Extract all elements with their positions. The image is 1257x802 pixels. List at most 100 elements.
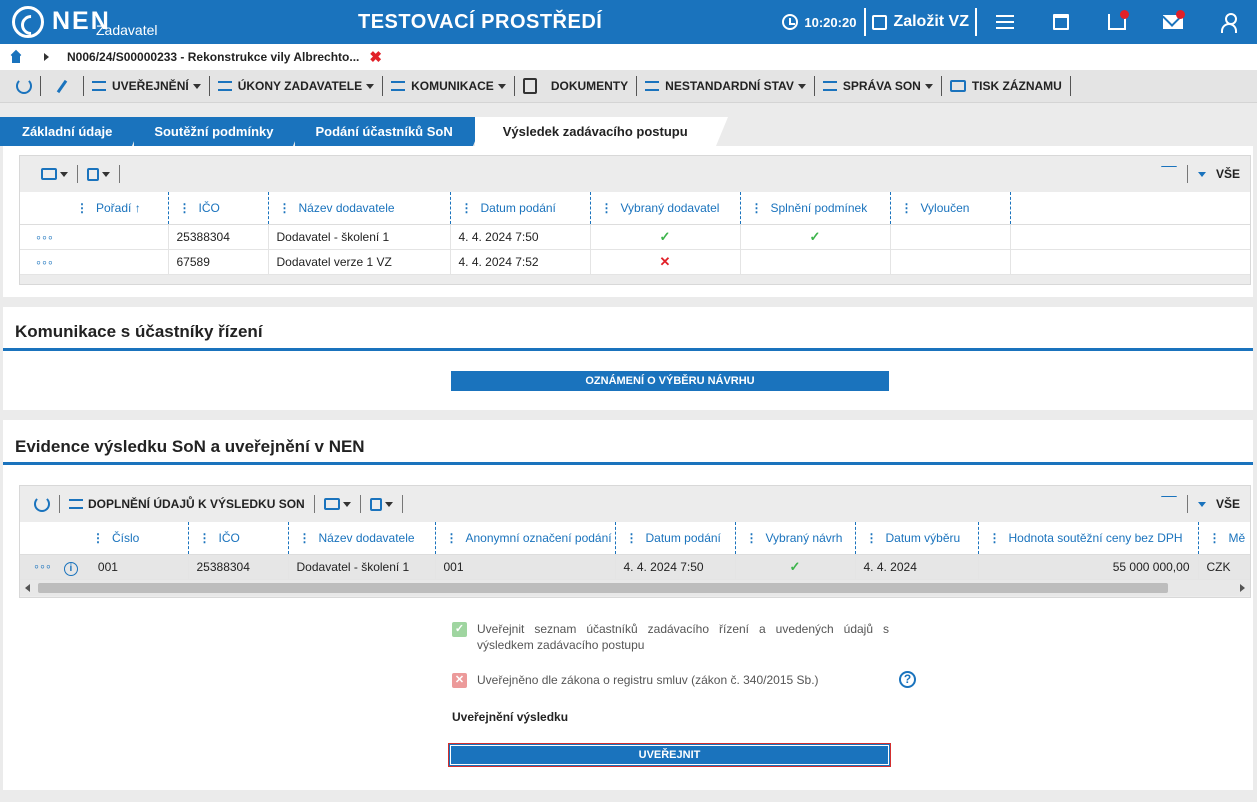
- grid-toolbar: [20, 156, 1250, 192]
- horizontal-scrollbar[interactable]: [20, 579, 1250, 596]
- evidence-grid: DOPLNĚNÍ ÚDAJŮ K VÝSLEDKU SON VŠE ⋮ Číslo…: [19, 485, 1251, 598]
- evidence-table: ⋮ Číslo ⋮ IČO ⋮ Název dodavatele ⋮ Anonymní …: [20, 522, 1250, 580]
- print-icon: [323, 498, 340, 510]
- col-datum-podani[interactable]: ⋮ Datum podání: [615, 522, 736, 555]
- export-menu-button[interactable]: [361, 495, 403, 513]
- col-vyloucen[interactable]: ⋮ Vyloučen: [890, 192, 1011, 225]
- col-splneni[interactable]: ⋮ Splnění podmínek: [740, 192, 891, 225]
- grid-toolbar: DOPLNĚNÍ ÚDAJŮ K VÝSLEDKU SON: [20, 486, 1250, 522]
- col-vybrany[interactable]: ⋮ Vybraný dodavatel: [590, 192, 741, 225]
- document-icon: [522, 78, 537, 94]
- caret-down-icon: [342, 501, 351, 507]
- cell-name: Dodavatel - školení 1: [268, 224, 451, 250]
- export-menu-button[interactable]: [78, 165, 120, 183]
- table-row[interactable]: ◦◦◦ 67589 Dodavatel verze 1 VZ 4. 4. 202…: [20, 249, 1250, 275]
- row-menu-icon[interactable]: ◦◦◦: [34, 558, 52, 574]
- environment-title: TESTOVACÍ PROSTŘEDÍ: [358, 11, 603, 33]
- col-hodnota[interactable]: ⋮ Hodnota soutěžní ceny bez DPH: [978, 522, 1199, 555]
- tab-soutezni-podminky[interactable]: Soutěžní podmínky: [134, 117, 306, 146]
- tab-podani-ucastniku[interactable]: Podání účastníků SoN: [295, 117, 486, 146]
- filter-all-label[interactable]: VŠE: [1216, 497, 1240, 511]
- user-button[interactable]: [1201, 0, 1257, 44]
- col-nazev[interactable]: ⋮ Název dodavatele: [268, 192, 451, 225]
- col-mena[interactable]: ⋮ Mě: [1198, 522, 1250, 555]
- col-ico[interactable]: ⋮ IČO: [168, 192, 269, 225]
- home-icon[interactable]: [10, 51, 22, 63]
- col-datum[interactable]: ⋮ Datum podání: [450, 192, 591, 225]
- toolbar-komunikace[interactable]: KOMUNIKACE: [383, 76, 515, 96]
- col-vybrany-navrh[interactable]: ⋮ Vybraný návrh: [735, 522, 856, 555]
- col-poradi[interactable]: ⋮ Pořadí ↑: [20, 192, 169, 225]
- caret-down-icon[interactable]: [1197, 171, 1206, 177]
- col-nazev[interactable]: ⋮ Název dodavatele: [288, 522, 436, 555]
- help-icon[interactable]: ?: [899, 671, 916, 688]
- doplneni-label: DOPLNĚNÍ ÚDAJŮ K VÝSLEDKU SON: [88, 497, 305, 511]
- toolbar-label: UVEŘEJNĚNÍ: [112, 79, 189, 93]
- cell-date: 4. 4. 2024 7:52: [450, 249, 591, 275]
- scroll-left-icon[interactable]: [25, 583, 30, 592]
- table-header-row: ⋮ Číslo ⋮ IČO ⋮ Název dodavatele ⋮ Anonymní …: [20, 522, 1250, 555]
- check-icon: ✓: [809, 228, 821, 244]
- caret-down-icon: [497, 83, 506, 89]
- info-icon[interactable]: i: [63, 561, 78, 576]
- refresh-button[interactable]: [32, 495, 60, 513]
- toolbar-uverejneni[interactable]: UVEŘEJNĚNÍ: [84, 76, 210, 96]
- calendar-button[interactable]: [1033, 0, 1089, 44]
- new-vz-label: Založit VZ: [893, 13, 969, 30]
- checkbox-registr-smluv[interactable]: ✕: [452, 673, 467, 688]
- col-datum-vyberu[interactable]: ⋮ Datum výběru: [855, 522, 979, 555]
- caret-down-icon[interactable]: [1197, 501, 1206, 507]
- doplneni-button[interactable]: DOPLNĚNÍ ÚDAJŮ K VÝSLEDKU SON: [60, 495, 315, 513]
- scroll-thumb[interactable]: [38, 582, 1168, 593]
- table-row[interactable]: ◦◦◦ i 001 25388304 Dodavatel - školení 1 0…: [20, 554, 1250, 580]
- new-vz-button[interactable]: Založit VZ: [866, 13, 975, 31]
- close-icon[interactable]: ✖: [369, 48, 382, 66]
- edit-button[interactable]: [41, 76, 84, 96]
- print-menu-button[interactable]: [32, 165, 78, 183]
- checkbox-publish-list[interactable]: ✓: [452, 622, 467, 637]
- evidence-card: Evidence výsledku SoN a uveřejnění v NEN…: [3, 420, 1253, 790]
- cell-anon: 001: [435, 554, 616, 580]
- list-icon: [92, 81, 106, 91]
- caret-down-icon: [924, 83, 933, 89]
- mail-button[interactable]: [1145, 0, 1201, 44]
- menu-button[interactable]: [977, 0, 1033, 44]
- refresh-button[interactable]: [10, 76, 41, 96]
- publish-button[interactable]: UVEŘEJNIT: [448, 743, 891, 767]
- check-icon: ✓: [789, 558, 801, 574]
- session-clock: 10:20:20: [782, 14, 864, 30]
- print-icon: [41, 168, 57, 180]
- filter-icon[interactable]: [1161, 166, 1177, 182]
- tab-vysledek[interactable]: Výsledek zadávacího postupu: [474, 117, 728, 146]
- divider: [1186, 165, 1188, 183]
- toolbar-nestandardni-stav[interactable]: NESTANDARDNÍ STAV: [637, 76, 815, 96]
- toolbar-sprava-son[interactable]: SPRÁVA SON: [815, 76, 942, 96]
- tab-zakladni-udaje[interactable]: Základní údaje: [0, 117, 145, 146]
- scroll-right-icon[interactable]: [1240, 583, 1245, 592]
- oznameni-button[interactable]: OZNÁMENÍ O VÝBĚRU NÁVRHU: [451, 371, 889, 391]
- cell-name: Dodavatel - školení 1: [288, 554, 436, 580]
- col-cislo[interactable]: ⋮ Číslo: [20, 522, 189, 555]
- cell-date: 4. 4. 2024 7:50: [615, 554, 736, 580]
- inbox-button[interactable]: [1089, 0, 1145, 44]
- filter-icon[interactable]: [1161, 496, 1177, 512]
- breadcrumb-item[interactable]: N006/24/S00000233 - Rekonstrukce vily Al…: [67, 50, 359, 64]
- table-row[interactable]: ◦◦◦ 25388304 Dodavatel - školení 1 4. 4.…: [20, 224, 1250, 250]
- toolbar-dokumenty[interactable]: DOKUMENTY: [515, 76, 638, 96]
- toolbar-label: TISK ZÁZNAMU: [971, 79, 1062, 93]
- col-anonymni[interactable]: ⋮ Anonymní označení podání: [435, 522, 616, 555]
- col-ico[interactable]: ⋮ IČO: [188, 522, 289, 555]
- print-menu-button[interactable]: [315, 495, 361, 513]
- logo-subtitle: Zadavatel: [96, 22, 158, 38]
- row-menu-icon[interactable]: ◦◦◦: [36, 254, 54, 270]
- filter-all-label[interactable]: VŠE: [1216, 167, 1240, 181]
- checkbox-publish-list-label: Uveřejnit seznam účastníků zadávacího ří…: [477, 622, 889, 652]
- results-grid: VŠE ⋮ Pořadí ↑ ⋮ IČO ⋮ Název dodavatele ⋮ Da…: [19, 155, 1251, 285]
- col-empty: [1010, 192, 1250, 225]
- cell-currency: CZK: [1198, 554, 1250, 580]
- toolbar-tisk-zaznamu[interactable]: TISK ZÁZNAMU: [942, 76, 1071, 96]
- toolbar-label: SPRÁVA SON: [842, 79, 921, 93]
- toolbar-ukony[interactable]: ÚKONY ZADAVATELE: [210, 76, 384, 96]
- row-menu-icon[interactable]: ◦◦◦: [36, 229, 54, 245]
- check-icon: ✓: [659, 228, 671, 244]
